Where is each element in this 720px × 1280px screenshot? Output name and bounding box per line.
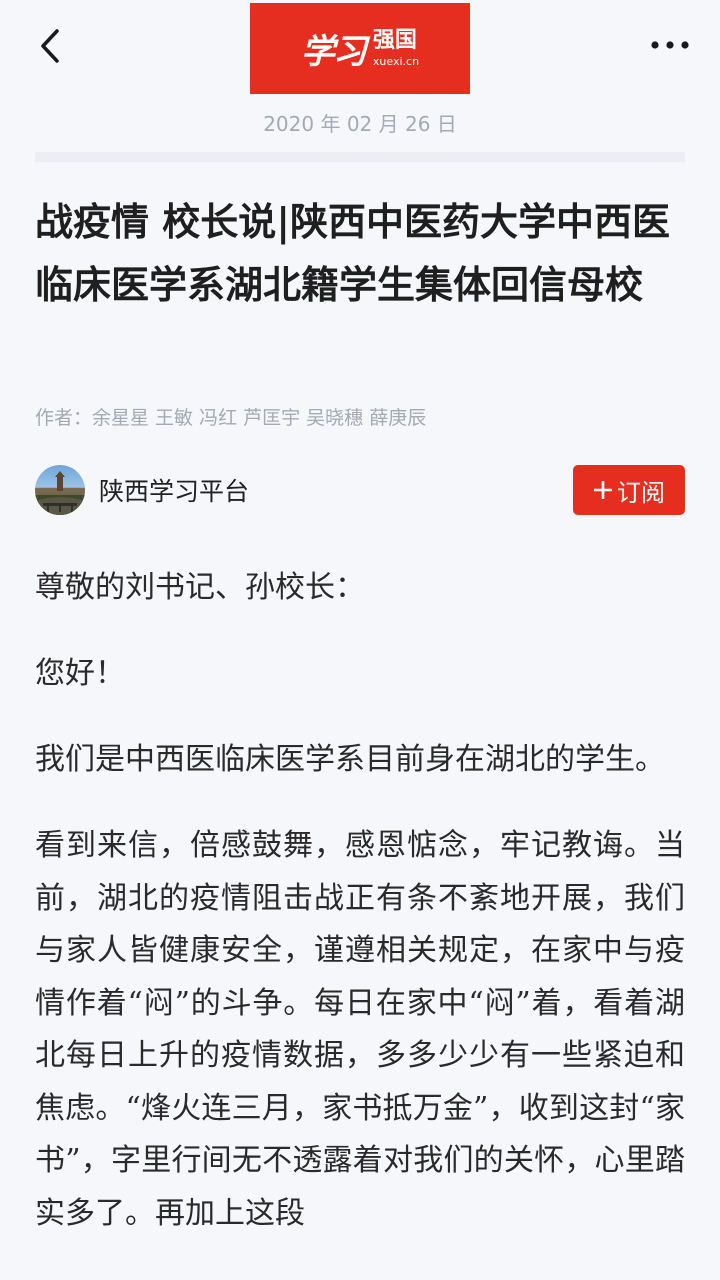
xuexi-logo: 学习 强国 xuexi.cn xyxy=(250,3,470,94)
body-paragraph: 看到来信，倍感鼓舞，感恩惦念，牢记教诲。当前，湖北的疫情阻击战正有条不紊地开展，… xyxy=(35,828,685,1231)
back-button[interactable] xyxy=(30,24,70,68)
top-bar: 学习 强国 xuexi.cn 2020 年 02 月 26 日 xyxy=(0,0,720,140)
body-paragraph: 尊敬的刘书记、孙校长： xyxy=(35,570,365,605)
source-name[interactable]: 陕西学习平台 xyxy=(99,472,249,508)
subscribe-label: 订阅 xyxy=(617,478,665,507)
more-dots-icon xyxy=(651,41,689,49)
body-paragraph: 您好！ xyxy=(35,656,125,691)
logo-url-text: xuexi.cn xyxy=(372,55,420,68)
logo-script-text: 学习 xyxy=(300,32,367,72)
subscribe-button[interactable]: 订阅 xyxy=(573,465,685,515)
source-avatar[interactable] xyxy=(35,465,85,515)
logo-brand-text: 强国 xyxy=(372,28,417,53)
article-body: 尊敬的刘书记、孙校长： 您好！ 我们是中西医临床医学系目前身在湖北的学生。 看到… xyxy=(35,562,685,1274)
article-author: 作者：余星星 王敏 冯红 芦匡宇 吴晓穗 薛庚辰 xyxy=(35,407,427,429)
header-divider xyxy=(35,152,685,162)
plus-icon xyxy=(594,481,612,499)
chevron-left-icon xyxy=(41,29,59,63)
body-paragraph: 我们是中西医临床医学系目前身在湖北的学生。 xyxy=(35,742,665,777)
avatar-pagoda-icon xyxy=(35,471,85,515)
more-options-button[interactable] xyxy=(650,34,690,56)
publish-date: 2020 年 02 月 26 日 xyxy=(263,112,457,136)
source-row: 陕西学习平台 订阅 xyxy=(35,465,685,515)
article-title: 战疫情 校长说|陕西中医药大学中西医临床医学系湖北籍学生集体回信母校 xyxy=(35,199,671,307)
